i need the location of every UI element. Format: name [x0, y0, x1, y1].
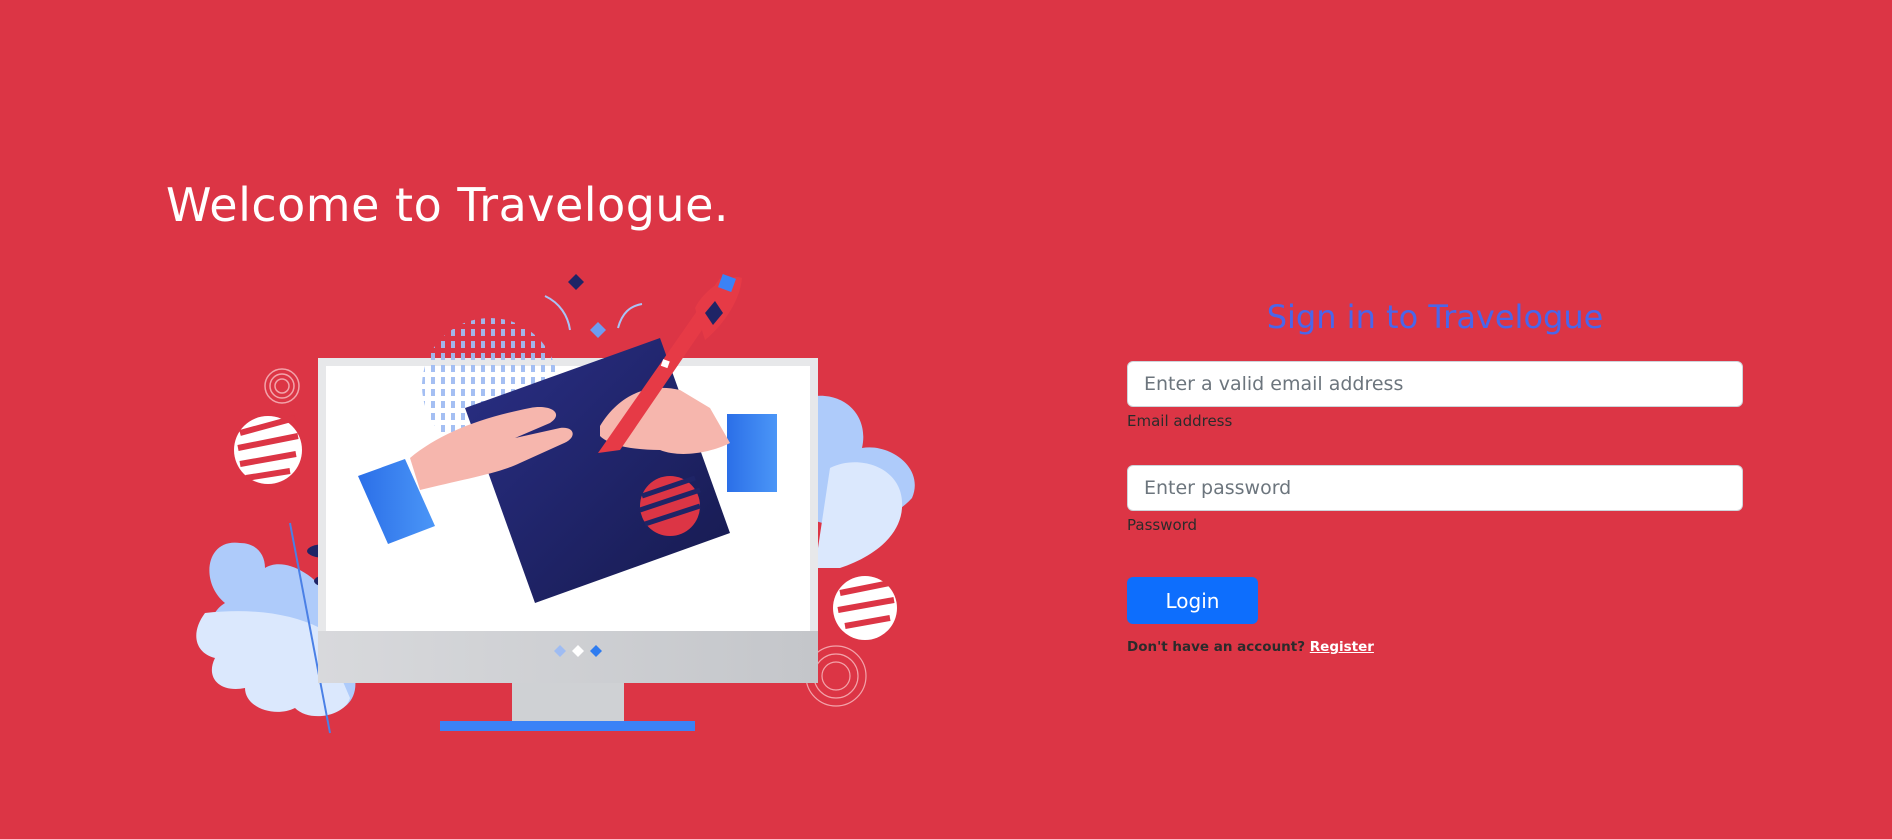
striped-leaf-illustration: [234, 368, 302, 484]
register-prompt-text: Don't have an account?: [1127, 639, 1306, 655]
register-link[interactable]: Register: [1310, 639, 1374, 655]
email-input[interactable]: [1127, 361, 1743, 407]
signin-title: Sign in to Travelogue: [1266, 298, 1604, 336]
computer-monitor-illustration: [196, 274, 915, 734]
leaf-illustration-right: [805, 395, 915, 707]
card-illustration: [727, 414, 777, 492]
register-prompt-row: Don't have an account? Register: [1127, 639, 1374, 655]
welcome-heading: Welcome to Travelogue.: [166, 178, 729, 232]
password-label: Password: [1127, 516, 1198, 534]
password-input[interactable]: [1127, 465, 1743, 511]
login-button[interactable]: Login: [1127, 577, 1258, 624]
email-label: Email address: [1127, 412, 1233, 430]
